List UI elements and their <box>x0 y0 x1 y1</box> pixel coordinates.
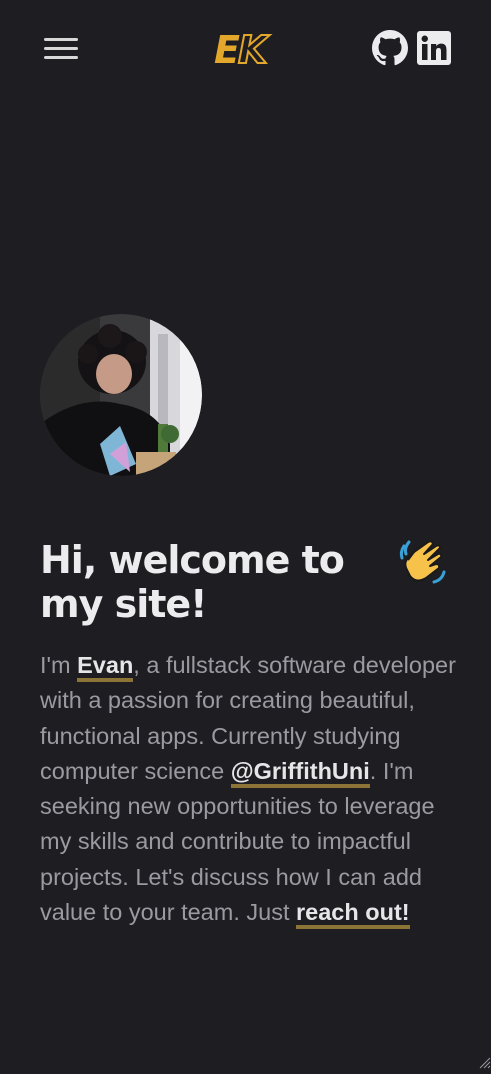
waving-hand-icon <box>398 538 448 586</box>
github-icon[interactable] <box>372 30 408 66</box>
linkedin-icon[interactable] <box>416 30 452 66</box>
menu-bar <box>44 47 78 50</box>
logo-letter-k: K <box>237 27 269 73</box>
hero-heading: Hi, welcome to my site! <box>40 538 345 626</box>
hamburger-menu-icon[interactable] <box>44 36 78 62</box>
name-link[interactable]: Evan <box>77 652 134 682</box>
site-logo[interactable]: EK <box>214 27 269 73</box>
menu-bar <box>44 38 78 41</box>
bio-text: I'm <box>40 652 78 678</box>
avatar <box>40 314 202 476</box>
hero-bio: I'm Evan, a fullstack software developer… <box>40 648 460 930</box>
resize-grip-icon[interactable] <box>477 1055 491 1069</box>
logo-letter-e: E <box>214 28 240 72</box>
site-header: EK <box>0 0 491 96</box>
university-link[interactable]: @GriffithUni <box>230 757 370 788</box>
contact-link[interactable]: reach out! <box>296 899 410 930</box>
menu-bar <box>44 56 78 59</box>
